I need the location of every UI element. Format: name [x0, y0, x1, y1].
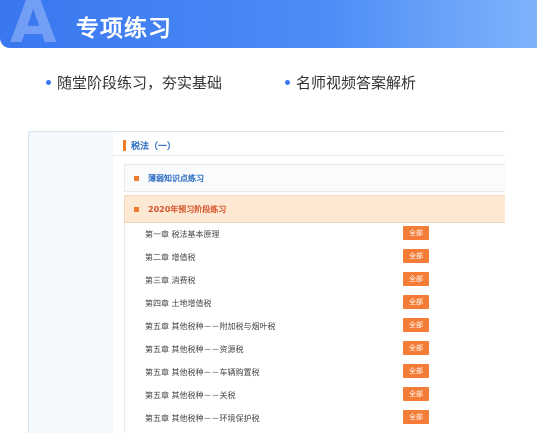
- list-item: 第一章 税法基本原理 全部: [125, 223, 505, 246]
- practice-content: 税法（一） 薄弱知识点练习 2020年预习阶段练习 第一章 税法基本原理 全部 …: [113, 132, 505, 433]
- list-item: 第五章 其他税种－－关税 全部: [125, 384, 505, 407]
- chapter-label: 第二章 增值税: [145, 253, 196, 262]
- chapter-label: 第四章 土地增值税: [145, 299, 212, 308]
- chapter-label: 第五章 其他税种－－附加税与烟叶税: [145, 322, 276, 331]
- banner-letter-watermark: A: [10, 0, 57, 48]
- list-item: 第五章 其他税种－－资源税 全部: [125, 338, 505, 361]
- list-item: 第四章 土地增值税 全部: [125, 292, 505, 315]
- chapter-label: 第一章 税法基本原理: [145, 230, 220, 239]
- feature-list: 随堂阶段练习，夯实基础 名师视频答案解析: [0, 72, 537, 94]
- square-bullet-icon: [134, 206, 139, 212]
- all-button[interactable]: 全部: [403, 364, 429, 378]
- all-button[interactable]: 全部: [403, 410, 429, 424]
- chapter-label: 第三章 消费税: [145, 276, 196, 285]
- header-banner: A 专项练习: [0, 0, 537, 48]
- section-marker-icon: [123, 140, 126, 151]
- square-bullet-icon: [134, 175, 139, 181]
- all-button[interactable]: 全部: [403, 387, 429, 401]
- group-preview-practice[interactable]: 2020年预习阶段练习: [124, 195, 505, 223]
- practice-screenshot-panel: 税法（一） 薄弱知识点练习 2020年预习阶段练习 第一章 税法基本原理 全部 …: [28, 131, 505, 433]
- list-item: 第五章 其他税种－－车辆购置税 全部: [125, 361, 505, 384]
- chapter-label: 第五章 其他税种－－资源税: [145, 345, 244, 354]
- list-item: 第二章 增值税 全部: [125, 246, 505, 269]
- list-item: 第三章 消费税 全部: [125, 269, 505, 292]
- all-button[interactable]: 全部: [403, 318, 429, 332]
- chapter-label: 第五章 其他税种－－环境保护税: [145, 414, 260, 423]
- page-title: 专项练习: [76, 16, 172, 42]
- group-label[interactable]: 2020年预习阶段练习: [148, 204, 226, 215]
- list-item: 第五章 其他税种－－环境保护税 全部: [125, 407, 505, 430]
- bullet-dot-icon: [285, 80, 290, 85]
- feature-label: 随堂阶段练习，夯实基础: [57, 74, 223, 92]
- all-button[interactable]: 全部: [403, 341, 429, 355]
- all-button[interactable]: 全部: [403, 249, 429, 263]
- feature-item: 随堂阶段练习，夯实基础: [46, 72, 222, 93]
- feature-item: 名师视频答案解析: [285, 72, 416, 93]
- group-weak-points[interactable]: 薄弱知识点练习: [124, 164, 505, 192]
- chapter-list: 第一章 税法基本原理 全部 第二章 增值税 全部 第三章 消费税 全部 第四章 …: [124, 223, 505, 433]
- list-item: 第五章 其他税种－－附加税与烟叶税 全部: [125, 315, 505, 338]
- chapter-label: 第五章 其他税种－－车辆购置税: [145, 368, 260, 377]
- all-button[interactable]: 全部: [403, 226, 429, 240]
- all-button[interactable]: 全部: [403, 295, 429, 309]
- section-header: 税法（一）: [113, 136, 505, 156]
- all-button[interactable]: 全部: [403, 272, 429, 286]
- section-title: 税法（一）: [131, 142, 177, 152]
- feature-label: 名师视频答案解析: [296, 74, 417, 92]
- chapter-label: 第五章 其他税种－－关税: [145, 391, 236, 400]
- group-label[interactable]: 薄弱知识点练习: [148, 173, 204, 184]
- bullet-dot-icon: [46, 80, 51, 85]
